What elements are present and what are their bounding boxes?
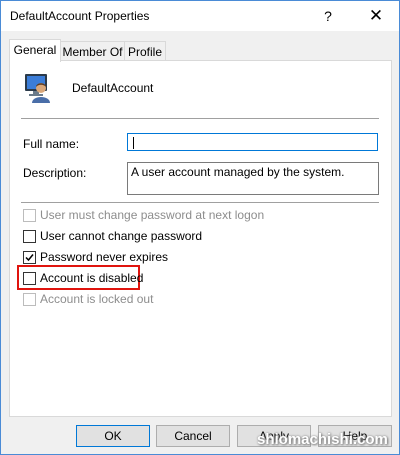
account-disabled-label: Account is disabled <box>40 271 144 285</box>
watermark: shiomachishi.com <box>257 431 388 448</box>
check-icon <box>25 254 34 262</box>
must-change-password-label: User must change password at next logon <box>40 208 265 222</box>
window-title: DefaultAccount Properties <box>10 9 150 23</box>
full-name-input[interactable] <box>127 133 378 151</box>
separator-top <box>21 118 379 119</box>
account-locked-checkbox[interactable] <box>23 293 36 306</box>
ok-button[interactable]: OK <box>76 425 150 447</box>
cannot-change-password-checkbox[interactable] <box>23 230 36 243</box>
description-label: Description: <box>23 166 87 180</box>
account-name: DefaultAccount <box>72 81 154 95</box>
tab-member-of[interactable]: Member Of <box>60 41 125 62</box>
account-locked-label: Account is locked out <box>40 292 154 306</box>
properties-dialog: DefaultAccount Properties ? ✕ General Me… <box>0 0 400 455</box>
cannot-change-password-label: User cannot change password <box>40 229 203 243</box>
text-caret <box>133 137 134 149</box>
tab-general[interactable]: General <box>9 39 61 62</box>
password-never-expires-checkbox[interactable] <box>23 251 36 264</box>
account-disabled-checkbox[interactable] <box>23 272 36 285</box>
password-never-expires-label: Password never expires <box>40 250 169 264</box>
cancel-button[interactable]: Cancel <box>156 425 230 447</box>
full-name-label: Full name: <box>23 137 80 151</box>
help-icon[interactable]: ? <box>317 5 339 27</box>
must-change-password-checkbox[interactable] <box>23 209 36 222</box>
close-icon[interactable]: ✕ <box>365 5 387 27</box>
tab-profile[interactable]: Profile <box>124 41 166 62</box>
separator-bottom <box>21 202 379 203</box>
user-account-icon <box>25 74 50 103</box>
title-bar[interactable]: DefaultAccount Properties ? ✕ <box>1 1 399 31</box>
description-input[interactable]: A user account managed by the system. <box>127 162 379 195</box>
